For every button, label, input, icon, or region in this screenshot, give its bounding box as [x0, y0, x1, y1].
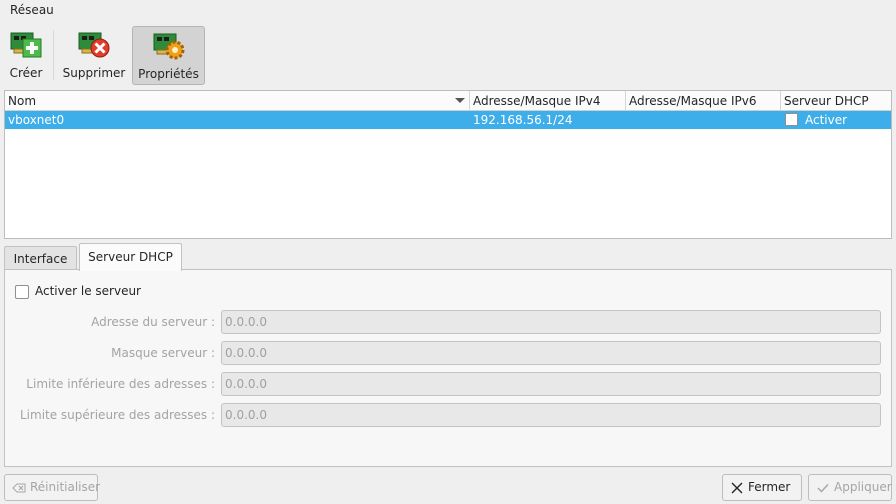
- cell-dhcp: Activer: [781, 111, 891, 129]
- network-card-settings-icon: [153, 33, 184, 60]
- menubar: Réseau: [0, 0, 896, 22]
- close-button[interactable]: Fermer: [722, 474, 802, 501]
- apply-label: Appliquer: [834, 480, 892, 494]
- tab-interface[interactable]: Interface: [4, 246, 77, 270]
- toolbar: Créer Supprimer Propriétés: [0, 22, 896, 88]
- cell-dhcp-label: Activer: [805, 113, 848, 127]
- close-icon: [730, 475, 744, 500]
- dhcp-panel: Activer le serveur Adresse du serveur : …: [4, 269, 892, 467]
- table-row[interactable]: vboxnet0 192.168.56.1/24 Activer: [5, 111, 891, 129]
- server-address-label: Adresse du serveur :: [91, 315, 215, 329]
- clear-left-icon: [12, 475, 26, 500]
- enable-server-checkbox[interactable]: [15, 285, 29, 299]
- table-header: Nom Adresse/Masque IPv4 Adresse/Masque I…: [5, 91, 891, 111]
- delete-button[interactable]: Supprimer: [61, 26, 127, 85]
- lower-limit-field[interactable]: 0.0.0.0: [221, 372, 881, 396]
- dhcp-enable-checkbox[interactable]: [785, 113, 798, 126]
- server-address-field[interactable]: 0.0.0.0: [221, 310, 881, 334]
- column-header-dhcp[interactable]: Serveur DHCP: [781, 91, 891, 111]
- column-name-label: Nom: [8, 94, 37, 108]
- cell-ipv4: 192.168.56.1/24: [473, 113, 573, 127]
- column-header-ipv4[interactable]: Adresse/Masque IPv4: [470, 91, 626, 111]
- reset-label: Réinitialiser: [30, 480, 101, 494]
- apply-button[interactable]: Appliquer: [808, 474, 892, 501]
- properties-button[interactable]: Propriétés: [132, 26, 205, 85]
- tab-dhcp-server[interactable]: Serveur DHCP: [79, 243, 182, 271]
- cell-ipv6: [626, 111, 781, 129]
- reset-button[interactable]: Réinitialiser: [4, 474, 101, 501]
- network-table: Nom Adresse/Masque IPv4 Adresse/Masque I…: [4, 90, 892, 239]
- close-label: Fermer: [748, 480, 791, 494]
- delete-label: Supprimer: [62, 66, 126, 80]
- network-card-remove-icon: [78, 32, 110, 58]
- properties-label: Propriétés: [138, 67, 199, 81]
- server-mask-label: Masque serveur :: [111, 346, 215, 360]
- sort-down-icon: [455, 98, 465, 103]
- upper-limit-label: Limite supérieure des adresses :: [19, 408, 215, 422]
- column-header-name[interactable]: Nom: [5, 91, 470, 111]
- column-header-ipv6[interactable]: Adresse/Masque IPv6: [626, 91, 781, 111]
- checkmark-icon: [816, 475, 830, 500]
- menu-reseau[interactable]: Réseau: [10, 3, 54, 17]
- create-label: Créer: [9, 66, 43, 80]
- enable-server-label: Activer le serveur: [35, 284, 141, 298]
- cell-name: vboxnet0: [8, 113, 65, 127]
- upper-limit-field[interactable]: 0.0.0.0: [221, 403, 881, 427]
- create-button[interactable]: Créer: [4, 26, 48, 85]
- lower-limit-label: Limite inférieure des adresses :: [26, 377, 215, 391]
- server-mask-field[interactable]: 0.0.0.0: [221, 341, 881, 365]
- network-card-add-icon: [10, 32, 42, 58]
- toolbar-separator: [53, 30, 54, 80]
